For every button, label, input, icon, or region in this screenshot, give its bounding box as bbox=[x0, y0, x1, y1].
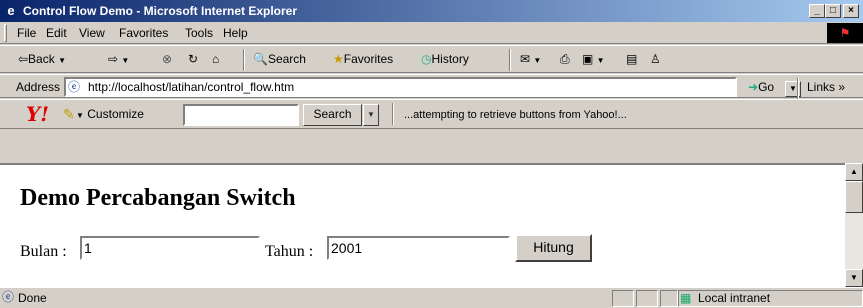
favorites-button[interactable]: ★Favorites bbox=[333, 51, 393, 67]
page-done-icon: ⓔ bbox=[2, 290, 15, 304]
home-icon[interactable]: ⌂ bbox=[212, 51, 219, 67]
edit-page-icon[interactable]: ▣ ▼ bbox=[582, 51, 605, 69]
title-bar[interactable]: e Control Flow Demo - Microsoft Internet… bbox=[0, 0, 863, 22]
menu-edit[interactable]: Edit bbox=[46, 26, 67, 40]
go-arrow-icon: ➜ bbox=[748, 80, 759, 94]
history-icon: ◷ bbox=[421, 52, 432, 66]
pencil-icon[interactable]: ✎ bbox=[63, 106, 75, 122]
mail-dropdown-icon[interactable]: ▼ bbox=[533, 56, 541, 65]
toolbar-separator bbox=[509, 49, 511, 71]
back-button[interactable]: ⇦Back ▼ bbox=[18, 51, 66, 69]
forward-button[interactable]: ⇨ ▼ bbox=[108, 51, 129, 69]
customize-dropdown-icon: ▼ bbox=[76, 111, 84, 120]
history-label: History bbox=[431, 52, 469, 66]
yahoo-status-message: ...attempting to retrieve buttons from Y… bbox=[404, 109, 627, 121]
content-border bbox=[0, 163, 845, 165]
windows-logo-icon: ⚑ bbox=[827, 23, 863, 43]
status-text: Done bbox=[18, 291, 47, 305]
address-url[interactable]: http://localhost/latihan/control_flow.ht… bbox=[88, 80, 294, 95]
menu-view[interactable]: View bbox=[79, 26, 105, 40]
mail-icon[interactable]: ✉ ▼ bbox=[520, 51, 541, 69]
back-label: ⇦Back bbox=[18, 52, 55, 66]
refresh-icon[interactable]: ↻ bbox=[188, 51, 198, 67]
search-icon: 🔍 bbox=[253, 52, 268, 66]
page-icon: ⓔ bbox=[68, 80, 81, 94]
ie-app-icon[interactable]: e bbox=[3, 3, 19, 19]
menu-help[interactable]: Help bbox=[223, 26, 248, 40]
go-label: Go bbox=[758, 80, 775, 94]
menu-file[interactable]: File bbox=[17, 26, 36, 40]
bulan-input[interactable] bbox=[80, 236, 260, 260]
menu-bar: File Edit View Favorites Tools Help bbox=[0, 22, 863, 44]
bulan-label: Bulan : bbox=[20, 243, 67, 260]
menu-favorites[interactable]: Favorites bbox=[119, 26, 168, 40]
yahoo-search-input[interactable] bbox=[183, 104, 299, 126]
status-pane bbox=[660, 290, 678, 307]
yahoo-search-button[interactable]: Search bbox=[303, 104, 362, 126]
yahoo-separator bbox=[392, 103, 394, 125]
stop-icon[interactable]: ⊗ bbox=[162, 51, 172, 67]
close-button[interactable]: × bbox=[843, 4, 859, 18]
links-label: Links bbox=[807, 80, 836, 94]
zone-text: Local intranet bbox=[698, 291, 771, 305]
scroll-up-button[interactable]: ▲ bbox=[845, 163, 863, 181]
yahoo-logo[interactable]: Y! bbox=[26, 102, 49, 126]
print-icon[interactable]: ⎙ bbox=[560, 51, 570, 67]
status-pane bbox=[636, 290, 658, 307]
toolbar-separator bbox=[243, 49, 245, 71]
links-button[interactable]: Links » bbox=[807, 79, 845, 95]
menu-tools[interactable]: Tools bbox=[185, 26, 213, 40]
standard-toolbar: ⇦Back ▼ ⇨ ▼ ⊗ ↻ ⌂ 🔍Search ★Favorites ◷Hi… bbox=[0, 45, 863, 73]
go-button[interactable]: ➜Go bbox=[748, 79, 774, 95]
menu-grip[interactable] bbox=[4, 24, 7, 42]
yahoo-search-dropdown[interactable]: ▼ bbox=[363, 104, 379, 126]
page-heading: Demo Percabangan Switch bbox=[20, 185, 296, 211]
customize-button[interactable]: ▼ Customize bbox=[76, 107, 144, 123]
maximize-button[interactable]: □ bbox=[825, 4, 841, 18]
address-label: Address bbox=[16, 80, 61, 94]
history-button[interactable]: ◷History bbox=[421, 51, 469, 67]
yahoo-toolbar: Y! ✎ ▼ Customize Search ▼ ...attempting … bbox=[0, 99, 863, 129]
scroll-thumb[interactable] bbox=[845, 181, 863, 213]
favorites-label: Favorites bbox=[343, 52, 394, 66]
back-dropdown-icon[interactable]: ▼ bbox=[58, 56, 66, 65]
hitung-button[interactable]: Hitung bbox=[515, 234, 592, 262]
chevron-right-icon: » bbox=[838, 80, 846, 94]
local-intranet-icon: ▦ bbox=[680, 291, 692, 305]
window-title: Control Flow Demo - Microsoft Internet E… bbox=[23, 4, 298, 18]
search-label: Search bbox=[267, 52, 306, 66]
messenger-icon[interactable]: ♙ bbox=[650, 51, 661, 67]
address-separator bbox=[797, 78, 799, 100]
status-pane bbox=[612, 290, 634, 307]
address-field[interactable]: ⓔ http://localhost/latihan/control_flow.… bbox=[64, 77, 801, 97]
minimize-button[interactable]: _ bbox=[809, 4, 825, 18]
page-content bbox=[0, 163, 845, 287]
search-button[interactable]: 🔍Search bbox=[253, 51, 306, 67]
tahun-input[interactable] bbox=[327, 236, 510, 260]
favorites-icon: ★ bbox=[333, 52, 344, 66]
address-bar: Address ⓔ http://localhost/latihan/contr… bbox=[0, 74, 863, 100]
tahun-label: Tahun : bbox=[265, 243, 314, 260]
forward-dropdown-icon[interactable]: ▼ bbox=[121, 56, 129, 65]
customize-label: Customize bbox=[87, 107, 144, 121]
edit-dropdown-icon[interactable]: ▼ bbox=[597, 56, 605, 65]
scroll-down-button[interactable]: ▼ bbox=[845, 269, 863, 287]
discuss-icon[interactable]: ▤ bbox=[626, 51, 637, 67]
